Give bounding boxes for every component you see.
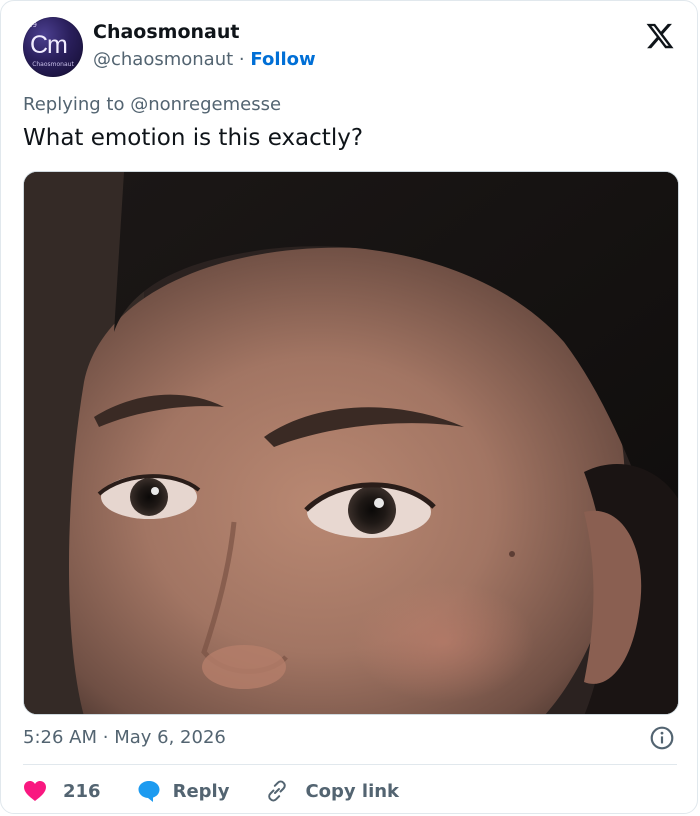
handle-separator: · <box>238 49 245 70</box>
author-handle[interactable]: @chaosmonaut <box>93 49 233 70</box>
speech-bubble-icon <box>138 781 160 802</box>
replying-to-line: Replying to @nonregemesse <box>23 94 281 115</box>
copy-link-label: Copy link <box>305 780 400 802</box>
copy-link-button[interactable]: Copy link <box>265 779 399 803</box>
divider <box>23 764 677 765</box>
x-logo-icon[interactable] <box>645 21 675 51</box>
follow-button[interactable]: Follow <box>250 49 315 70</box>
author-handle-line: @chaosmonaut · Follow <box>93 49 316 70</box>
face-closeup-photo <box>24 172 678 714</box>
like-count: 216 <box>63 780 101 802</box>
avatar-caption: Chaosmonaut <box>32 61 74 68</box>
tweet-media-image[interactable] <box>23 171 679 715</box>
tweet-date: May 6, 2026 <box>114 727 226 748</box>
replying-to-prefix: Replying to <box>23 94 125 115</box>
link-icon <box>268 780 287 802</box>
action-bar: 216 Reply Copy link <box>23 775 435 807</box>
tweet-timestamp[interactable]: 5:26 AM · May 6, 2026 <box>23 727 226 748</box>
tweet-text: What emotion is this exactly? <box>23 125 364 151</box>
info-icon[interactable] <box>649 725 675 751</box>
reply-button[interactable]: Reply <box>137 779 230 803</box>
avatar-symbol: Cm <box>30 31 68 59</box>
tweet-time: 5:26 AM <box>23 727 97 748</box>
author-display-name[interactable]: Chaosmonaut <box>93 21 239 43</box>
avatar-atomic-number: 19 <box>28 21 37 29</box>
embedded-post-card: 19 Cm Chaosmonaut Chaosmonaut @chaosmona… <box>0 0 698 814</box>
replying-to-mention[interactable]: @nonregemesse <box>130 94 281 115</box>
reply-label: Reply <box>172 780 230 802</box>
heart-icon <box>24 781 46 801</box>
post-header: 19 Cm Chaosmonaut Chaosmonaut @chaosmona… <box>23 17 677 81</box>
timestamp-separator: · <box>102 727 109 748</box>
like-button[interactable]: 216 <box>23 780 101 802</box>
avatar[interactable]: 19 Cm Chaosmonaut <box>23 17 83 77</box>
